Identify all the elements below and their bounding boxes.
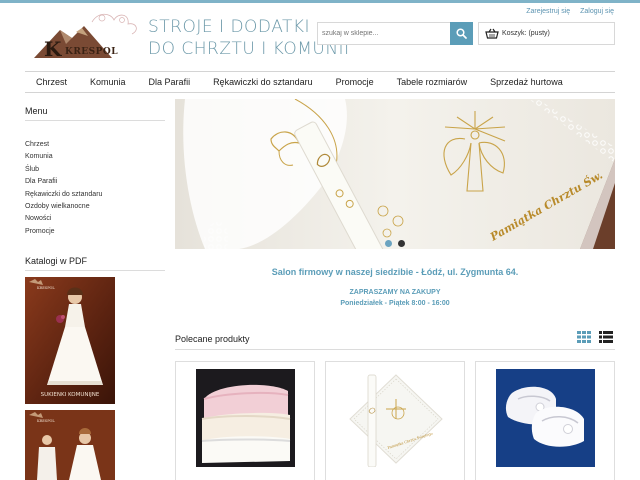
grid-view-button[interactable] bbox=[577, 330, 591, 343]
catalog-caption: SUKIENKI KOMUNIJNE bbox=[41, 392, 100, 398]
logo-text: KRESPOL bbox=[65, 47, 118, 57]
product-image-towels[interactable] bbox=[196, 369, 295, 467]
cart-label: Koszyk: (pusty) bbox=[502, 30, 550, 37]
nav-item-tabele-rozmiarow[interactable]: Tabele rozmiarów bbox=[397, 77, 468, 87]
opening-hours: Poniedziałek - Piątek 8:00 - 16:00 bbox=[340, 300, 450, 307]
search-button[interactable] bbox=[450, 22, 473, 45]
logo[interactable]: K KRESPOL bbox=[32, 8, 144, 62]
product-card-3[interactable] bbox=[475, 361, 615, 480]
nav-item-chrzest[interactable]: Chrzest bbox=[36, 77, 67, 87]
svg-text:K: K bbox=[44, 37, 62, 61]
product-card-1[interactable] bbox=[175, 361, 315, 480]
login-link[interactable]: Zaloguj się bbox=[580, 8, 614, 15]
grid-view-icon bbox=[577, 331, 591, 343]
search-input[interactable] bbox=[317, 22, 450, 45]
sidebar-item-promocje[interactable]: Promocje bbox=[25, 226, 102, 238]
nav-item-sprzedaz-hurtowa[interactable]: Sprzedaż hurtowa bbox=[490, 77, 563, 87]
divider bbox=[175, 349, 615, 350]
list-view-icon bbox=[599, 331, 613, 343]
sidebar-item-rekawiczki[interactable]: Rękawiczki do sztandaru bbox=[25, 189, 102, 201]
cart-button[interactable]: Koszyk: (pusty) bbox=[478, 22, 615, 45]
recommended-title: Polecane produkty bbox=[175, 334, 250, 344]
sidebar-item-chrzest[interactable]: Chrzest bbox=[25, 139, 102, 151]
top-accent-line bbox=[0, 0, 640, 3]
list-view-button[interactable] bbox=[599, 330, 613, 343]
nav-item-dla-parafii[interactable]: Dla Parafii bbox=[149, 77, 191, 87]
sidebar-item-komunia[interactable]: Komunia bbox=[25, 151, 102, 163]
sidebar-item-nowosci[interactable]: Nowości bbox=[25, 213, 102, 225]
shopping-basket-icon bbox=[485, 28, 499, 39]
search-icon bbox=[456, 28, 467, 39]
divider bbox=[25, 270, 165, 271]
invite-text: ZAPRASZAMY NA ZAKUPY bbox=[349, 289, 441, 296]
nav-item-komunia[interactable]: Komunia bbox=[90, 77, 126, 87]
slider-dot-1[interactable] bbox=[385, 240, 392, 247]
catalog-communion-outfits[interactable]: KRESPOL bbox=[25, 410, 115, 480]
auth-links: Zarejestruj się Zaloguj się bbox=[518, 8, 614, 15]
hero-slider[interactable]: Pamiątka Chrztu Św. bbox=[175, 99, 615, 249]
salon-info: Salon firmowy w naszej siedzibie - Łódź,… bbox=[271, 267, 519, 277]
product-card-2[interactable]: Pamiątka Chrztu Świętego bbox=[325, 361, 465, 480]
main-nav: Chrzest Komunia Dla Parafii Rękawiczki d… bbox=[25, 71, 615, 93]
nav-item-promocje[interactable]: Promocje bbox=[336, 77, 374, 87]
divider bbox=[25, 120, 165, 121]
sidebar-menu-title: Menu bbox=[25, 106, 48, 116]
catalog-communion-dresses[interactable]: KRESPOL SUKIENKI KOMUNIJNE bbox=[25, 277, 115, 404]
sidebar-item-ozdoby[interactable]: Ozdoby wielkanocne bbox=[25, 201, 102, 213]
nav-item-rekawiczki[interactable]: Rękawiczki do sztandaru bbox=[213, 77, 313, 87]
catalog-logo-text: KRESPOL bbox=[37, 286, 55, 290]
register-link[interactable]: Zarejestruj się bbox=[526, 8, 570, 15]
sidebar-item-dla-parafii[interactable]: Dla Parafii bbox=[25, 176, 102, 188]
sidebar-item-slub[interactable]: Ślub bbox=[25, 164, 102, 176]
sidebar-menu: Chrzest Komunia Ślub Dla Parafii Rękawic… bbox=[25, 139, 102, 238]
catalogs-title: Katalogi w PDF bbox=[25, 256, 88, 266]
catalog-logo-text: KRESPOL bbox=[37, 419, 55, 423]
product-image-candle-set[interactable]: Pamiątka Chrztu Świętego bbox=[346, 369, 445, 467]
product-image-baptism-shoes[interactable] bbox=[496, 369, 595, 467]
slider-dot-2[interactable] bbox=[398, 240, 405, 247]
